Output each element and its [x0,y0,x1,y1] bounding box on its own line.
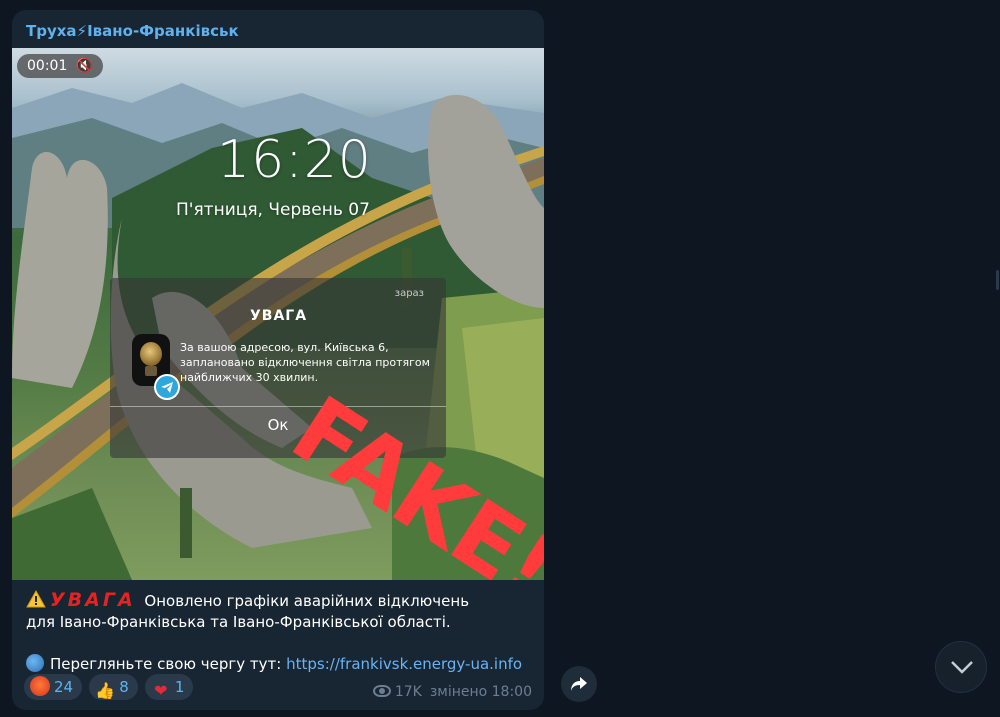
scrollbar-thumb[interactable] [996,270,999,290]
channel-name[interactable]: Труха⚡Івано-Франківськ [26,22,239,40]
message-bubble: Труха⚡Івано-Франківськ 00:01 🔇 16:20 П'я… [12,10,544,710]
caption-red-word: УВАГА [50,589,136,611]
reaction-angry-count: 24 [54,678,74,696]
lockscreen-time: 16:20 [217,130,372,190]
reaction-heart-count: 1 [174,678,185,696]
caption-line1: Оновлено графіки аварійних відключень [139,592,470,610]
reaction-thumbs-up-count: 8 [119,678,129,696]
reaction-heart[interactable]: ❤ 1 [144,674,194,700]
chat-scrollbar[interactable] [996,0,1000,717]
notification-body: За вашою адресою, вул. Київська 6, запла… [180,341,430,384]
video-timer: 00:01 🔇 [17,54,103,78]
reaction-angry[interactable]: 24 [24,674,83,700]
telegram-icon [154,374,180,400]
video-player[interactable]: 00:01 🔇 16:20 П'ятниця, Червень 07 зараз… [12,48,544,580]
speaker-muted-icon[interactable]: 🔇 [76,54,93,78]
views-count: 17K [394,684,422,700]
reaction-thumbs-up[interactable]: 👍 8 [89,674,138,700]
thumbs-up-icon: 👍 [95,681,116,700]
angry-face-icon [30,676,50,696]
views-eye-icon [372,685,391,697]
share-button[interactable] [561,666,597,702]
globe-icon [26,654,44,672]
warning-icon [26,589,46,608]
caption-line2: для Івано-Франківська та Івано-Франківсь… [26,613,451,631]
caption-link[interactable]: https://frankivsk.energy-ua.info [286,655,522,673]
edited-label: змінено 18:00 [429,684,532,700]
video-timer-text: 00:01 [27,58,68,74]
notification-divider [110,406,446,407]
heart-icon: ❤ [154,681,168,700]
chevron-down-icon [951,661,973,674]
notification-time: зараз [394,288,424,299]
share-arrow-icon [571,677,587,691]
lockscreen-date: П'ятниця, Червень 07 [176,200,370,220]
message-caption: УВАГА Оновлено графіки аварійних відключ… [26,590,534,675]
caption-link-prefix: Перегляньте свою чергу тут: [50,655,287,673]
reactions-bar: 24 👍 8 ❤ 1 [24,674,195,700]
notification-title: УВАГА [250,308,308,324]
message-meta: 17K змінено 18:00 [372,684,532,700]
scroll-down-button[interactable] [935,641,987,693]
